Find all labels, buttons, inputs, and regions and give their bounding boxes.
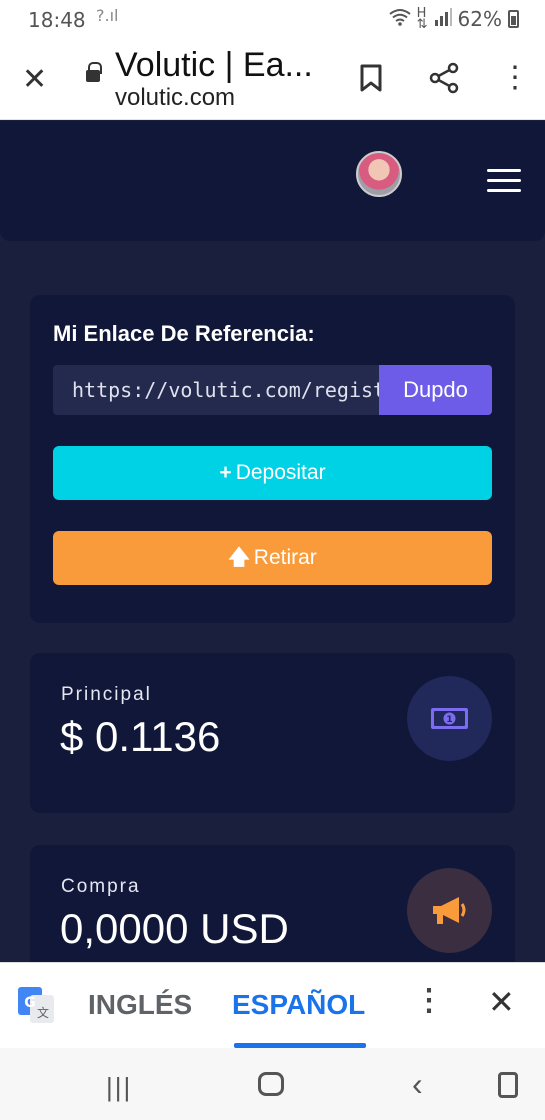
stat-label: Principal bbox=[61, 684, 152, 705]
deposit-button[interactable]: + Depositar bbox=[53, 446, 492, 500]
avatar[interactable] bbox=[356, 151, 402, 197]
status-bar: 18:48 ?.ıl H ⇅ 62% bbox=[0, 0, 545, 38]
recents-icon[interactable]: ||| bbox=[106, 1072, 132, 1103]
svg-text:G: G bbox=[24, 995, 36, 1011]
page-title[interactable]: Volutic | Ea... bbox=[115, 46, 313, 85]
system-nav-bar: ||| ‹ bbox=[0, 1048, 545, 1120]
deposit-label: Depositar bbox=[235, 461, 326, 484]
referral-link-field[interactable]: https://volutic.com/register?ref= bbox=[53, 365, 380, 415]
status-time: 18:48 bbox=[28, 8, 86, 32]
share-icon[interactable] bbox=[428, 62, 460, 94]
arrow-up-icon: 🡅 bbox=[228, 546, 250, 569]
target-language-tab[interactable]: ESPAÑOL bbox=[232, 989, 365, 1021]
stat-value: $ 0.1136 bbox=[60, 713, 221, 760]
referral-title: Mi Enlace De Referencia: bbox=[53, 321, 315, 346]
site-header bbox=[0, 121, 545, 241]
page-url[interactable]: volutic.com bbox=[115, 84, 235, 112]
lock-icon bbox=[86, 62, 102, 82]
stat-value: 0,0000 USD bbox=[60, 905, 289, 952]
rotate-icon[interactable] bbox=[498, 1072, 518, 1098]
status-right: H ⇅ 62% bbox=[389, 7, 519, 31]
withdraw-button[interactable]: 🡅 Retirar bbox=[53, 531, 492, 585]
withdraw-label: Retirar bbox=[253, 546, 317, 569]
menu-icon[interactable] bbox=[487, 169, 521, 193]
stat-label: Compra bbox=[61, 876, 141, 897]
status-signal-left: ?.ıl bbox=[96, 6, 119, 25]
source-language-tab[interactable]: INGLÉS bbox=[88, 989, 192, 1021]
svg-text:1: 1 bbox=[446, 715, 452, 725]
battery-percent: 62% bbox=[457, 7, 502, 31]
close-icon[interactable]: ✕ bbox=[22, 62, 47, 97]
translate-more-icon[interactable]: ⋮ bbox=[414, 983, 444, 1018]
back-icon[interactable]: ‹ bbox=[412, 1066, 423, 1103]
google-translate-icon[interactable]: G文 bbox=[18, 987, 54, 1023]
more-options-icon[interactable]: ⋮ bbox=[500, 60, 530, 95]
translate-close-icon[interactable]: ✕ bbox=[488, 983, 515, 1021]
svg-text:文: 文 bbox=[37, 1005, 49, 1020]
cell-signal-icon bbox=[434, 7, 452, 31]
translate-bar: G文 INGLÉS ESPAÑOL ⋮ ✕ bbox=[0, 962, 545, 1048]
copy-button[interactable]: Dupdo bbox=[379, 365, 492, 415]
principal-card: Principal $ 0.1136 1 bbox=[30, 653, 515, 813]
battery-icon bbox=[508, 10, 519, 28]
wifi-icon bbox=[389, 7, 411, 31]
banknote-icon: 1 bbox=[407, 676, 492, 761]
home-icon[interactable] bbox=[258, 1072, 284, 1096]
data-arrows-icon: H ⇅ bbox=[416, 6, 428, 32]
referral-card: Mi Enlace De Referencia: https://volutic… bbox=[30, 295, 515, 623]
megaphone-icon bbox=[407, 868, 492, 953]
browser-toolbar: ✕ Volutic | Ea... volutic.com ⋮ bbox=[0, 38, 545, 120]
plus-icon: + bbox=[219, 461, 232, 484]
bookmark-icon[interactable] bbox=[360, 64, 382, 92]
